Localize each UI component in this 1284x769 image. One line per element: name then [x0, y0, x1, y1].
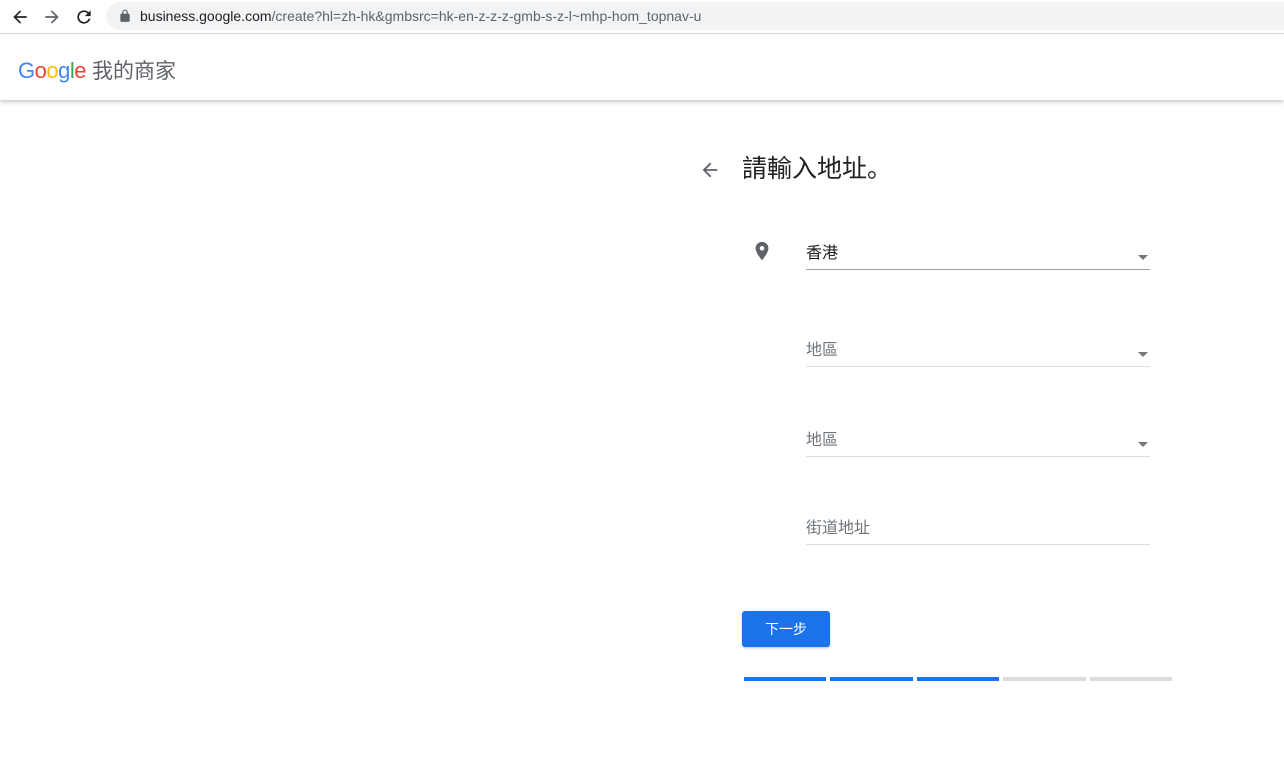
country-value: 香港	[806, 245, 839, 262]
url-host: business.google.com	[140, 8, 272, 24]
country-select[interactable]: 香港	[806, 240, 1150, 270]
google-logo: Google	[18, 58, 87, 84]
reload-icon[interactable]	[72, 5, 96, 29]
dropdown-arrow-icon	[1138, 441, 1148, 447]
google-my-business-logo[interactable]: Google 我的商家	[18, 55, 176, 83]
region-select[interactable]: 地區	[806, 337, 1150, 367]
progress-bar	[744, 677, 1172, 681]
location-pin-icon	[755, 241, 769, 261]
address-bar[interactable]: business.google.com/create?hl=zh-hk&gmbs…	[106, 2, 1284, 30]
product-name: 我的商家	[92, 60, 177, 83]
back-arrow-icon[interactable]	[8, 5, 32, 29]
logo-letter: o	[34, 58, 47, 83]
back-arrow-icon	[702, 162, 718, 178]
logo-letter: e	[74, 58, 87, 83]
logo-letter: g	[58, 58, 70, 83]
app-header: Google 我的商家	[0, 35, 1284, 100]
district-select[interactable]: 地區	[806, 427, 1150, 457]
dropdown-arrow-icon	[1138, 351, 1148, 357]
forward-arrow-icon[interactable]	[40, 5, 64, 29]
progress-step	[916, 677, 1000, 681]
back-button[interactable]	[697, 157, 723, 183]
next-button[interactable]: 下一步	[742, 611, 830, 647]
dropdown-arrow-icon	[1138, 254, 1148, 260]
url-text: business.google.com/create?hl=zh-hk&gmbs…	[140, 8, 701, 24]
region-placeholder: 地區	[806, 342, 839, 359]
progress-step	[1089, 677, 1172, 681]
progress-step	[1003, 677, 1086, 681]
progress-step	[744, 677, 827, 681]
logo-letter: o	[46, 58, 59, 83]
browser-toolbar: business.google.com/create?hl=zh-hk&gmbs…	[0, 0, 1284, 34]
page-title: 請輸入地址。	[742, 155, 893, 183]
logo-letter: G	[18, 58, 35, 83]
district-placeholder: 地區	[806, 432, 839, 449]
street-address-input[interactable]: 街道地址	[806, 515, 1150, 545]
street-placeholder: 街道地址	[806, 520, 871, 537]
lock-icon[interactable]	[118, 9, 132, 23]
url-path: /create?hl=zh-hk&gmbsrc=hk-en-z-z-z-gmb-…	[271, 8, 702, 24]
progress-step	[830, 677, 913, 681]
